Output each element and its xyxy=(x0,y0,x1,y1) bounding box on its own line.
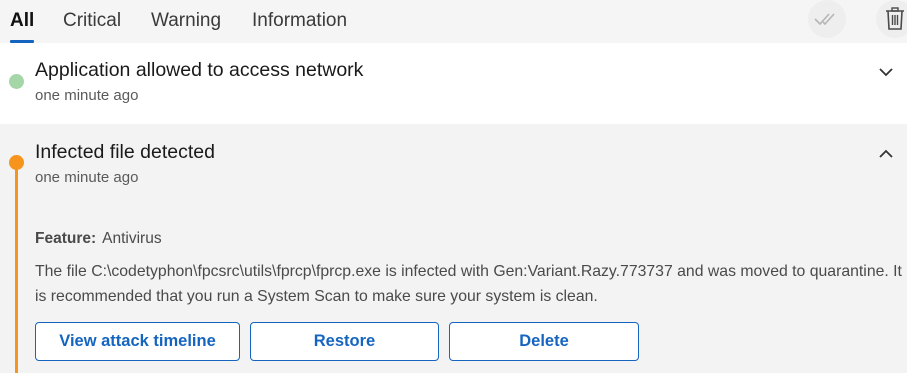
notification-time: one minute ago xyxy=(35,169,139,186)
severity-line xyxy=(15,164,18,373)
feature-value: Antivirus xyxy=(102,230,162,247)
tab-critical[interactable]: Critical xyxy=(63,10,121,32)
delete-all-button[interactable] xyxy=(876,0,907,38)
trash-icon xyxy=(886,7,904,30)
restore-button[interactable]: Restore xyxy=(250,322,439,361)
notification-item-expanded: Infected file detected one minute ago Fe… xyxy=(0,124,907,373)
mark-all-read-button[interactable] xyxy=(808,0,846,38)
notification-description: The file C:\codetyphon\fpcsrc\utils\fprc… xyxy=(35,263,902,305)
chevron-down-icon[interactable] xyxy=(877,63,895,81)
notification-title: Infected file detected xyxy=(35,141,215,163)
feature-label: Feature: xyxy=(35,230,97,247)
view-attack-timeline-button[interactable]: View attack timeline xyxy=(35,322,240,361)
tab-warning[interactable]: Warning xyxy=(151,10,221,32)
notifications-panel: All Critical Warning Information Applica… xyxy=(0,0,907,373)
delete-button[interactable]: Delete xyxy=(449,322,639,361)
filter-tab-bar: All Critical Warning Information xyxy=(0,0,907,43)
tab-all[interactable]: All xyxy=(10,10,34,32)
notification-title: Application allowed to access network xyxy=(35,59,364,81)
feature-line: Feature: Antivirus xyxy=(35,230,162,248)
chevron-up-icon[interactable] xyxy=(877,145,895,163)
notification-item[interactable]: Application allowed to access network on… xyxy=(0,43,907,124)
info-status-dot xyxy=(9,74,24,89)
double-check-icon xyxy=(814,13,835,26)
notification-time: one minute ago xyxy=(35,87,139,104)
tab-information[interactable]: Information xyxy=(252,10,347,32)
